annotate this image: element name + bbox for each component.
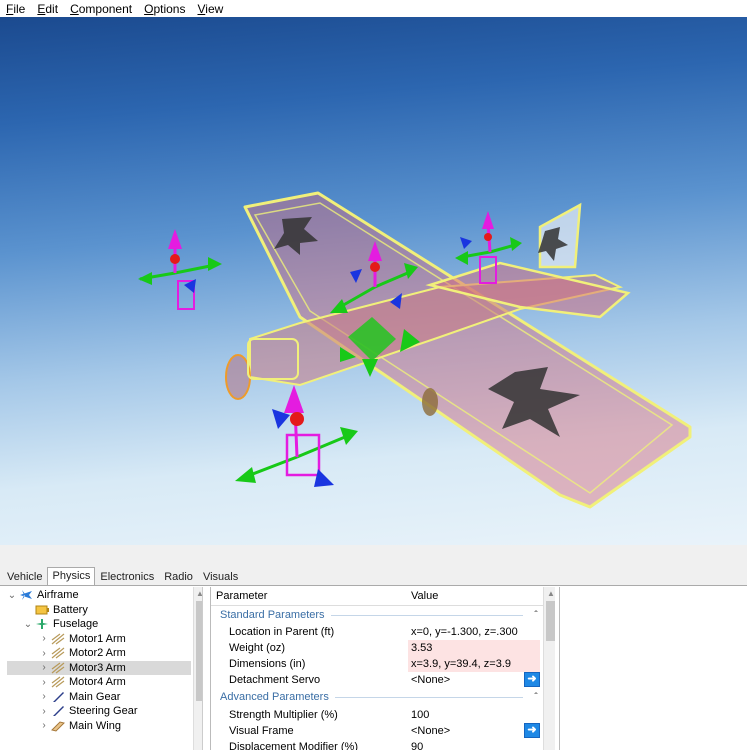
tree-item-label: Steering Gear xyxy=(69,705,138,718)
menu-bar: File Edit Component Options View xyxy=(0,0,747,17)
tab-electronics[interactable]: Electronics xyxy=(95,568,159,585)
expand-chevron-icon[interactable]: › xyxy=(39,720,49,731)
description-pane xyxy=(559,587,747,750)
gizmo-motor3 xyxy=(235,385,358,487)
tree-item-label: Battery xyxy=(53,603,88,616)
menu-view[interactable]: View xyxy=(197,2,223,16)
prop-value[interactable]: x=3.9, y=39.4, z=3.9 xyxy=(408,656,540,672)
expand-chevron-icon[interactable]: › xyxy=(39,662,49,673)
tree-item-motor2-arm[interactable]: › Motor2 Arm xyxy=(39,646,126,661)
tree-item-label: Motor3 Arm xyxy=(69,661,126,674)
prop-weight[interactable]: Weight (oz) 3.53 xyxy=(211,640,543,656)
tab-vehicle[interactable]: Vehicle xyxy=(2,568,47,585)
expand-chevron-icon[interactable]: › xyxy=(39,648,49,659)
section-advanced-parameters[interactable]: Advanced Parameters ˆ xyxy=(211,689,543,705)
menu-edit[interactable]: Edit xyxy=(37,2,58,16)
scrollbar-thumb[interactable] xyxy=(546,601,555,641)
tab-bar: Vehicle Physics Electronics Radio Visual… xyxy=(0,567,747,585)
collapse-caret-icon[interactable]: ˆ xyxy=(529,692,543,703)
prop-displacement-modifier[interactable]: Displacement Modifier (%) 90 xyxy=(211,739,543,750)
arm-icon xyxy=(51,647,65,659)
tree-item-steering-gear[interactable]: › Steering Gear xyxy=(39,704,137,719)
expand-chevron-icon[interactable]: › xyxy=(39,633,49,644)
tree-item-motor1-arm[interactable]: › Motor1 Arm xyxy=(39,632,126,647)
section-standard-parameters[interactable]: Standard Parameters ˆ xyxy=(211,607,543,623)
prop-value[interactable]: <None> xyxy=(408,672,540,688)
prop-dimensions[interactable]: Dimensions (in) x=3.9, y=39.4, z=3.9 xyxy=(211,656,543,672)
tree-item-label: Airframe xyxy=(37,589,79,602)
prop-label: Location in Parent (ft) xyxy=(229,626,335,638)
scroll-up-icon[interactable]: ▲ xyxy=(196,589,202,598)
collapse-caret-icon[interactable]: ˆ xyxy=(529,610,543,621)
prop-label: Dimensions (in) xyxy=(229,658,306,670)
tree-item-fuselage[interactable]: ⌄ Fuselage xyxy=(23,617,98,632)
prop-label: Displacement Modifier (%) xyxy=(229,741,358,750)
panel-splitter[interactable] xyxy=(0,545,747,567)
tree-scrollbar[interactable]: ▲ xyxy=(193,587,202,750)
column-header-value[interactable]: Value xyxy=(411,590,438,602)
tab-radio[interactable]: Radio xyxy=(159,568,198,585)
component-tree: ⌄ Airframe Battery ⌄ Fuselage › Motor1 A… xyxy=(3,587,203,750)
arm-icon xyxy=(51,633,65,645)
expand-chevron-icon[interactable]: › xyxy=(39,691,49,702)
expand-chevron-icon[interactable]: › xyxy=(39,706,49,717)
prop-strength-multiplier[interactable]: Strength Multiplier (%) 100 xyxy=(211,707,543,723)
goto-arrow-button[interactable]: ➜ xyxy=(524,672,540,687)
menu-file[interactable]: File xyxy=(6,2,25,16)
tree-item-label: Motor2 Arm xyxy=(69,647,126,660)
gizmo-motor1 xyxy=(138,229,222,310)
prop-label: Visual Frame xyxy=(229,725,294,737)
prop-visual-frame[interactable]: Visual Frame <None> ➜ xyxy=(211,723,543,739)
tree-item-label: Main Wing xyxy=(69,719,121,732)
tree-item-main-wing[interactable]: › Main Wing xyxy=(39,719,121,734)
prop-location[interactable]: Location in Parent (ft) x=0, y=-1.300, z… xyxy=(211,624,543,640)
tree-item-label: Motor1 Arm xyxy=(69,632,126,645)
battery-icon xyxy=(35,604,49,616)
prop-label: Strength Multiplier (%) xyxy=(229,709,338,721)
prop-value[interactable]: 100 xyxy=(408,707,540,723)
section-title: Advanced Parameters xyxy=(220,691,329,703)
property-grid-scrollbar[interactable]: ▲ xyxy=(543,587,555,750)
expand-chevron-icon[interactable]: › xyxy=(39,677,49,688)
airplane-icon xyxy=(19,589,33,601)
expand-chevron-icon[interactable]: ⌄ xyxy=(23,619,33,630)
arm-icon xyxy=(51,662,65,674)
prop-label: Detachment Servo xyxy=(229,674,321,686)
arm-icon xyxy=(51,676,65,688)
prop-value[interactable]: <None> xyxy=(408,723,540,739)
column-header-parameter[interactable]: Parameter xyxy=(216,590,267,602)
3d-viewport[interactable] xyxy=(0,17,747,545)
section-title: Standard Parameters xyxy=(220,609,325,621)
prop-value[interactable]: 90 xyxy=(408,739,540,750)
gear-leg-icon xyxy=(51,691,65,703)
prop-value[interactable]: 3.53 xyxy=(408,640,540,656)
tree-item-motor4-arm[interactable]: › Motor4 Arm xyxy=(39,675,126,690)
tree-item-airframe[interactable]: ⌄ Airframe xyxy=(7,588,79,603)
tree-item-main-gear[interactable]: › Main Gear xyxy=(39,690,120,705)
scroll-up-icon[interactable]: ▲ xyxy=(547,589,555,598)
property-grid-header: Parameter Value xyxy=(211,587,543,606)
tree-item-motor3-arm[interactable]: › Motor3 Arm xyxy=(7,660,191,675)
tab-visuals[interactable]: Visuals xyxy=(198,568,243,585)
gear-leg-icon xyxy=(51,705,65,717)
prop-label: Weight (oz) xyxy=(229,642,286,654)
expand-chevron-icon[interactable]: ⌄ xyxy=(7,590,17,601)
tree-item-battery[interactable]: Battery xyxy=(23,603,88,618)
airplane-model xyxy=(138,191,692,509)
wing-icon xyxy=(51,720,65,732)
menu-component[interactable]: Component xyxy=(70,2,132,16)
prop-detachment-servo[interactable]: Detachment Servo <None> ➜ xyxy=(211,672,543,688)
property-grid: Parameter Value Standard Parameters ˆ Lo… xyxy=(210,587,555,750)
scrollbar-thumb[interactable] xyxy=(196,601,202,701)
tab-physics[interactable]: Physics xyxy=(47,567,96,585)
fuselage-icon xyxy=(35,618,49,630)
prop-value[interactable]: x=0, y=-1.300, z=.300 xyxy=(408,624,540,640)
tree-item-label: Motor4 Arm xyxy=(69,676,126,689)
goto-arrow-button[interactable]: ➜ xyxy=(524,723,540,738)
tree-item-label: Fuselage xyxy=(53,618,99,631)
tree-item-label: Main Gear xyxy=(69,690,121,703)
menu-options[interactable]: Options xyxy=(144,2,185,16)
